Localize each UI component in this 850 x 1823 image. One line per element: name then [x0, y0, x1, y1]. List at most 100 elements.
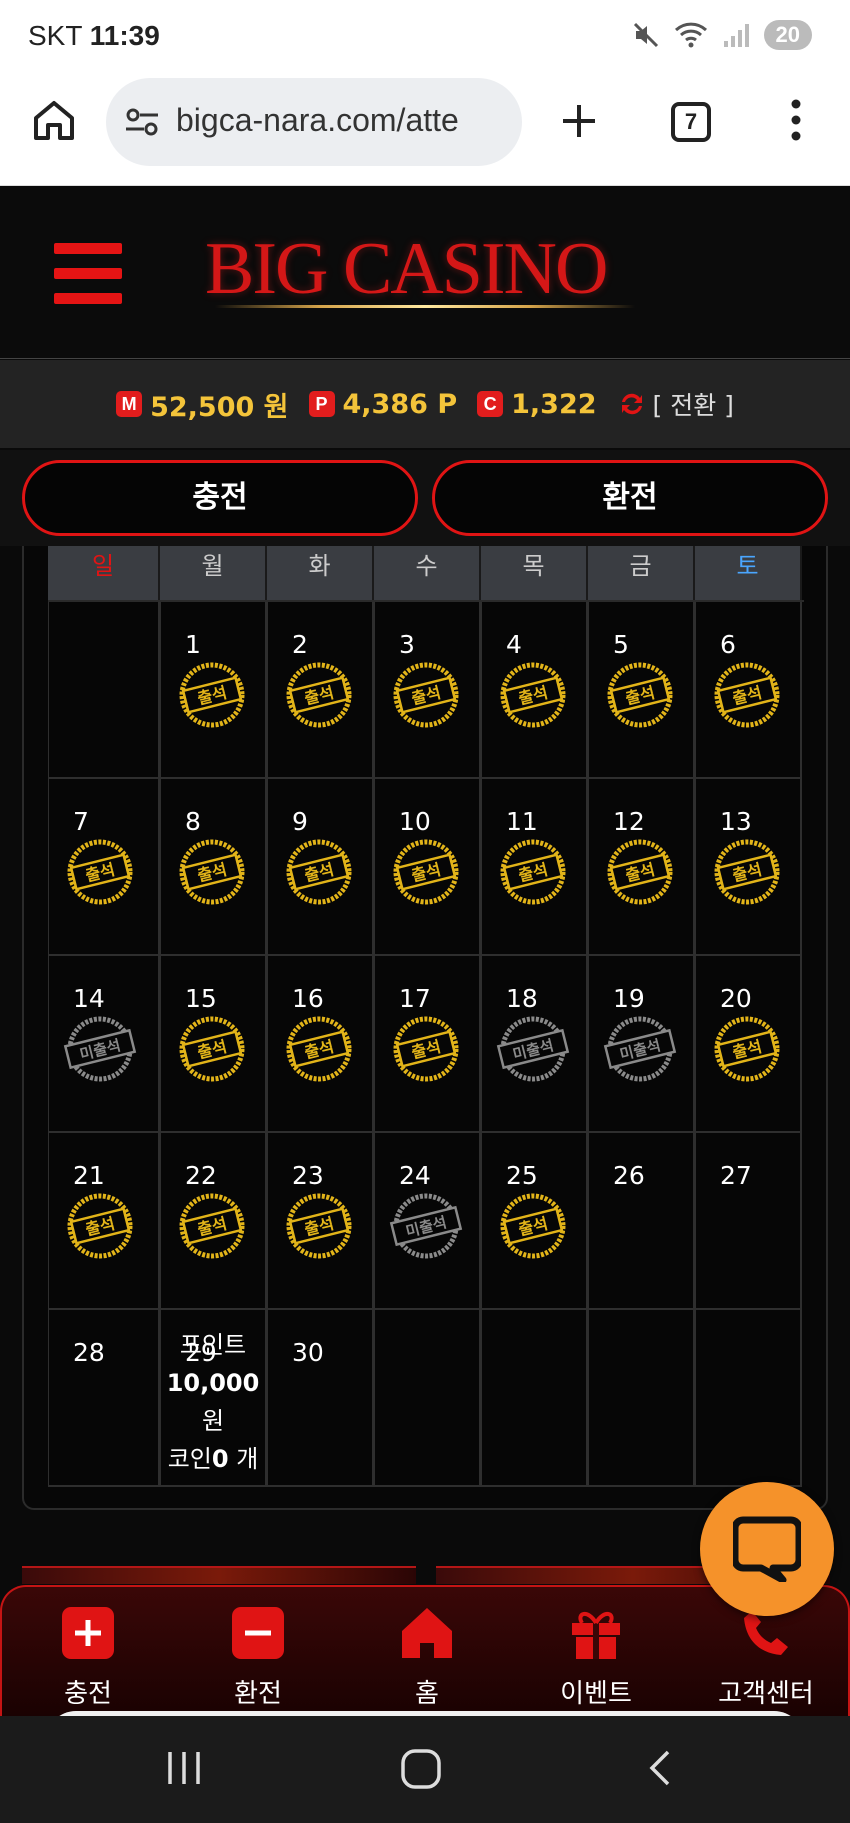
attended-stamp-icon: 출석 — [286, 1016, 352, 1082]
calendar-day-cell: 14 미출석 — [48, 956, 160, 1133]
calendar-day-cell: 2 출석 — [267, 602, 374, 779]
calendar-day-number: 1 — [185, 630, 201, 659]
attended-stamp-icon: 출석 — [500, 839, 566, 905]
calendar-grid: 1 출석 2 출석 3 출석 4 출석 5 출석 6 출석 7 출석 8 출석 9 출석 10 출석 11 출석 12 출석 1… — [48, 600, 804, 1487]
minus-icon — [232, 1607, 284, 1659]
reward-point-unit: 원 — [201, 1407, 225, 1435]
calendar-day-number: 28 — [73, 1338, 105, 1367]
balance-bar: M 52,500 원 P 4,386 P C 1,322 [ 전환 ] — [0, 360, 850, 448]
recent-apps-icon[interactable] — [164, 1748, 204, 1788]
attended-stamp-icon: 출석 — [179, 839, 245, 905]
calendar-day-cell: 5 출석 — [588, 602, 695, 779]
attended-stamp-icon: 출석 — [179, 1016, 245, 1082]
attended-stamp-icon: 출석 — [393, 662, 459, 728]
status-bar: SKT 11:39 20 — [0, 0, 850, 72]
point-value: 4,386 P — [342, 388, 458, 420]
back-icon[interactable] — [640, 1748, 680, 1788]
calendar-day-number: 25 — [506, 1161, 538, 1190]
calendar-day-number: 23 — [292, 1161, 324, 1190]
money-value: 52,500 원 — [150, 391, 289, 423]
calendar-day-cell: 19 미출석 — [588, 956, 695, 1133]
calendar-day-cell: 17 출석 — [374, 956, 481, 1133]
reward-coin-unit: 개 — [228, 1445, 259, 1473]
status-icons: 20 — [632, 20, 812, 50]
calendar-day-number: 3 — [399, 630, 415, 659]
calendar-day-number: 2 — [292, 630, 308, 659]
exchange-button[interactable]: 환전 — [432, 460, 828, 536]
hamburger-menu-icon[interactable] — [54, 243, 122, 305]
calendar-day-cell: 25 출석 — [481, 1133, 588, 1310]
charge-button[interactable]: 충전 — [22, 460, 418, 536]
calendar-day-number: 7 — [73, 807, 89, 836]
signal-icon — [723, 24, 749, 47]
tab-switcher-button[interactable]: 7 — [671, 102, 711, 142]
calendar-day-number: 11 — [506, 807, 538, 836]
calendar-day-cell: 12 출석 — [588, 779, 695, 956]
weekday-fri: 금 — [588, 546, 695, 600]
attended-stamp-icon: 출석 — [607, 839, 673, 905]
attended-stamp-icon: 출석 — [393, 1016, 459, 1082]
home-icon[interactable] — [32, 98, 76, 142]
nav-item-home[interactable]: 홈 — [357, 1605, 497, 1710]
more-menu-icon[interactable] — [784, 98, 808, 142]
nav-item-event[interactable]: 이벤트 — [526, 1605, 666, 1710]
home-button-icon[interactable] — [400, 1748, 442, 1790]
reward-coin-value: 0 — [211, 1445, 229, 1473]
calendar-day-cell — [695, 1310, 802, 1487]
attended-stamp-icon: 출석 — [179, 1193, 245, 1259]
reward-point-value: 10,000 — [166, 1369, 260, 1397]
reward-line: 코인0 개 — [161, 1440, 265, 1478]
calendar-day-number: 24 — [399, 1161, 431, 1190]
chat-button[interactable] — [700, 1482, 834, 1616]
attended-stamp-icon: 출석 — [393, 839, 459, 905]
calendar-day-number: 14 — [73, 984, 105, 1013]
home-icon — [402, 1608, 452, 1658]
calendar-day-cell: 26 — [588, 1133, 695, 1310]
calendar-day-cell: 8 출석 — [160, 779, 267, 956]
nav-item-charge[interactable]: 충전 — [18, 1605, 158, 1710]
absent-stamp-icon: 미출석 — [496, 1016, 570, 1082]
calendar-day-number: 6 — [720, 630, 736, 659]
battery-indicator: 20 — [763, 20, 812, 50]
calendar-day-cell: 20 출석 — [695, 956, 802, 1133]
wifi-icon — [674, 22, 707, 48]
attended-stamp-icon: 출석 — [67, 839, 133, 905]
nav-item-support[interactable]: 고객센터 — [696, 1605, 836, 1710]
attended-stamp-icon: 출석 — [714, 662, 780, 728]
new-tab-icon[interactable] — [560, 102, 598, 140]
convert-button[interactable]: [ 전환 ] — [653, 386, 734, 422]
site-logo[interactable]: BIG CASINO — [205, 227, 608, 312]
refresh-convert-icon[interactable] — [617, 389, 647, 419]
attended-stamp-icon: 출석 — [714, 839, 780, 905]
calendar-day-number: 16 — [292, 984, 324, 1013]
absent-stamp-icon: 미출석 — [63, 1016, 137, 1082]
coin-badge: C — [477, 391, 504, 417]
attendance-calendar: 일 월 화 수 목 금 토 1 출석 2 출석 3 출석 4 출석 5 출석 6 출석 7 출석 8 출석 9 출… — [22, 546, 828, 1510]
calendar-day-number: 30 — [292, 1338, 324, 1367]
reward-coin-label: 코인 — [167, 1445, 212, 1473]
calendar-day-number: 29 — [185, 1338, 217, 1367]
absent-stamp-icon: 미출석 — [603, 1016, 677, 1082]
calendar-day-cell: 27 — [695, 1133, 802, 1310]
plus-icon — [62, 1607, 114, 1659]
site-settings-icon[interactable] — [124, 104, 160, 140]
carrier-label: SKT — [28, 20, 82, 51]
browser-toolbar: bigca-nara.com/atte 7 — [0, 72, 850, 186]
calendar-day-cell: 16 출석 — [267, 956, 374, 1133]
site-header: BIG CASINO — [0, 187, 850, 359]
promo-banner-left[interactable] — [22, 1566, 416, 1584]
attended-stamp-icon: 출석 — [500, 1193, 566, 1259]
bottom-navigation: 충전 환전 홈 이벤트 고객센터 — [0, 1585, 850, 1717]
calendar-day-cell: 1 출석 — [160, 602, 267, 779]
nav-item-exchange[interactable]: 환전 — [188, 1605, 328, 1710]
attended-stamp-icon: 출석 — [714, 1016, 780, 1082]
mute-icon — [633, 22, 658, 48]
calendar-day-cell: 11 출석 — [481, 779, 588, 956]
weekday-tue: 화 — [267, 546, 374, 600]
address-bar[interactable]: bigca-nara.com/atte — [106, 78, 522, 166]
calendar-day-cell: 포인트 10,000 원 코인0 개 29 — [160, 1310, 267, 1487]
calendar-day-cell — [588, 1310, 695, 1487]
calendar-day-number: 8 — [185, 807, 201, 836]
absent-stamp-icon: 미출석 — [389, 1193, 463, 1259]
calendar-day-number: 4 — [506, 630, 522, 659]
